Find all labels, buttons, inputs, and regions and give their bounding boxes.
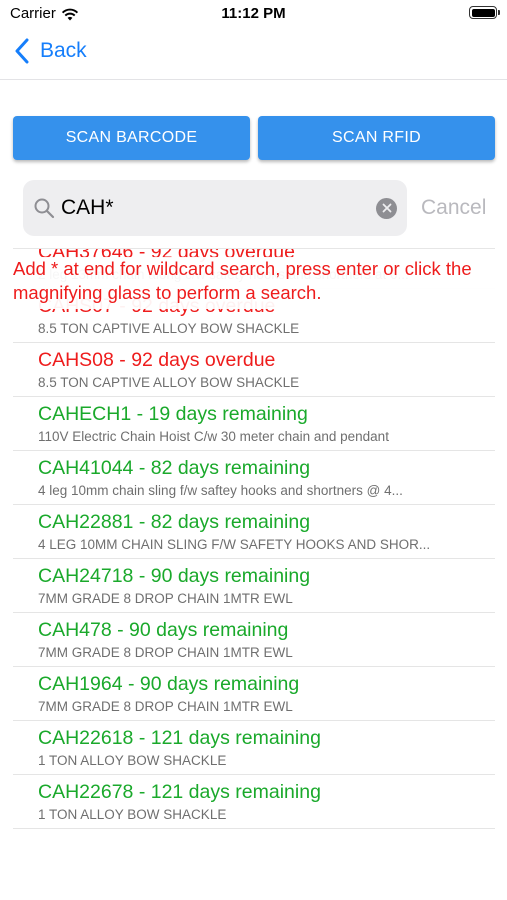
back-button[interactable]: Back — [14, 38, 87, 64]
list-item[interactable]: CAH22618 - 121 days remaining 1 TON ALLOY… — [13, 721, 495, 775]
item-title: CAH22678 - 121 days remaining — [38, 781, 321, 803]
back-label: Back — [40, 39, 87, 62]
item-subtitle: 8.5 TON CAPTIVE ALLOY BOW SHACKLE — [38, 375, 300, 390]
navigation-bar: Back — [0, 30, 507, 80]
cancel-button[interactable]: Cancel — [421, 196, 486, 220]
results-list-content: CAH37646 - 92 days overdue2 leg 13mm cha… — [13, 249, 495, 829]
item-title: CAH41044 - 82 days remaining — [38, 457, 311, 479]
search-bar: Cancel — [23, 180, 495, 236]
item-title: CAH22618 - 121 days remaining — [38, 727, 321, 749]
list-item[interactable]: CAH24718 - 90 days remaining 7MM GRADE 8 … — [13, 559, 495, 613]
item-subtitle: 7MM GRADE 8 DROP CHAIN 1MTR EWL — [38, 699, 293, 714]
search-hint: Add * at end for wildcard search, press … — [13, 257, 495, 309]
list-item[interactable]: CAHS08 - 92 days overdue 8.5 TON CAPTIVE … — [13, 343, 495, 397]
item-subtitle: 110V Electric Chain Hoist C/w 30 meter c… — [38, 429, 389, 444]
list-item[interactable]: CAH22881 - 82 days remaining 4 LEG 10MM C… — [13, 505, 495, 559]
item-subtitle: 1 TON ALLOY BOW SHACKLE — [38, 807, 227, 822]
scan-buttons: SCAN BARCODE SCAN RFID — [13, 116, 495, 160]
item-title: CAHECH1 - 19 days remaining — [38, 403, 308, 425]
item-title: CAH24718 - 90 days remaining — [38, 565, 311, 587]
list-item[interactable]: CAHECH1 - 19 days remaining 110V Electric… — [13, 397, 495, 451]
item-title: CAH478 - 90 days remaining — [38, 619, 289, 641]
item-subtitle: 7MM GRADE 8 DROP CHAIN 1MTR EWL — [38, 591, 293, 606]
results-list[interactable]: CAH37646 - 92 days overdue2 leg 13mm cha… — [13, 249, 495, 900]
item-title: CAH1964 - 90 days remaining — [38, 673, 300, 695]
item-subtitle: 4 LEG 10MM CHAIN SLING F/W SAFETY HOOKS … — [38, 537, 431, 552]
chevron-left-icon — [15, 38, 29, 64]
status-bar: Carrier 11:12 PM — [0, 0, 507, 30]
battery-icon — [469, 6, 500, 19]
list-item[interactable]: CAH478 - 90 days remaining 7MM GRADE 8 DR… — [13, 613, 495, 667]
search-input[interactable] — [61, 196, 376, 220]
scan-barcode-button[interactable]: SCAN BARCODE — [13, 116, 250, 160]
item-subtitle: 4 leg 10mm chain sling f/w saftey hooks … — [38, 483, 403, 498]
clock: 11:12 PM — [221, 5, 286, 22]
scan-rfid-button[interactable]: SCAN RFID — [258, 116, 495, 160]
list-item[interactable]: CAH1964 - 90 days remaining 7MM GRADE 8 D… — [13, 667, 495, 721]
item-subtitle: 8.5 TON CAPTIVE ALLOY BOW SHACKLE — [38, 321, 300, 336]
search-field[interactable] — [23, 180, 407, 236]
list-item[interactable]: CAH22678 - 121 days remaining 1 TON ALLOY… — [13, 775, 495, 829]
search-icon[interactable] — [33, 197, 55, 219]
item-subtitle: 1 TON ALLOY BOW SHACKLE — [38, 753, 227, 768]
item-title: CAHS08 - 92 days overdue — [38, 349, 276, 371]
item-subtitle: 7MM GRADE 8 DROP CHAIN 1MTR EWL — [38, 645, 293, 660]
item-title: CAH22881 - 82 days remaining — [38, 511, 311, 533]
list-item[interactable]: CAH41044 - 82 days remaining 4 leg 10mm c… — [13, 451, 495, 505]
x-mark-icon — [382, 203, 391, 213]
clear-icon[interactable] — [376, 197, 397, 219]
